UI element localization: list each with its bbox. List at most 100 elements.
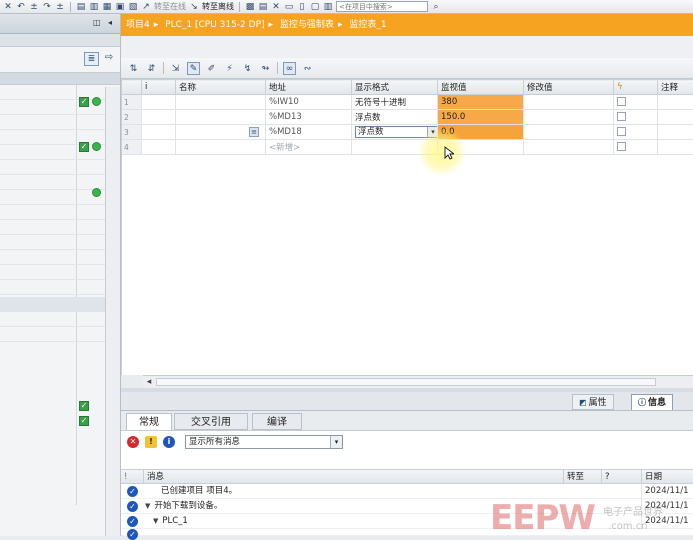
tree-row[interactable] xyxy=(0,205,105,220)
comment-cell[interactable] xyxy=(658,125,693,140)
tag-edit-icon[interactable]: ≡ xyxy=(249,127,259,137)
enable-peripheral-icon[interactable]: ↬ xyxy=(259,62,272,75)
column-header-help[interactable]: ? xyxy=(601,470,641,484)
tree-row[interactable] xyxy=(0,175,105,190)
table-horizontal-scrollbar[interactable]: ◂ xyxy=(143,375,693,388)
tab-cross-reference[interactable]: 交叉引用 xyxy=(174,413,248,430)
comment-cell[interactable] xyxy=(658,95,693,110)
modify-flag-cell[interactable] xyxy=(614,95,658,110)
name-cell[interactable]: ≡ xyxy=(176,125,266,140)
modify-value-cell[interactable] xyxy=(524,95,614,110)
tree-row[interactable] xyxy=(0,190,105,205)
modify-checkbox[interactable] xyxy=(617,127,626,136)
tree-row[interactable] xyxy=(0,100,105,115)
add-row-icon[interactable]: ⇵ xyxy=(145,62,158,75)
tree-row[interactable] xyxy=(0,265,105,280)
pane-restore-icon[interactable]: ◫ xyxy=(93,18,101,27)
modify-checkbox[interactable] xyxy=(617,142,626,151)
column-header-monitor-value[interactable]: 监视值 xyxy=(438,80,524,95)
modify-trigger-icon[interactable]: ↯ xyxy=(241,62,254,75)
address-cell[interactable]: %IW10 xyxy=(266,95,352,110)
tab-compile[interactable]: 编译 xyxy=(252,413,302,430)
simulation-icon[interactable]: ▣ xyxy=(115,2,125,12)
chevron-down-icon[interactable]: ▾ xyxy=(330,436,342,448)
tree-row[interactable] xyxy=(0,235,105,250)
modify-value-cell[interactable] xyxy=(524,125,614,140)
message-filter-dropdown[interactable]: 显示所有消息▾ xyxy=(185,435,343,449)
insert-row-icon[interactable]: ⇅ xyxy=(127,62,140,75)
comment-cell[interactable] xyxy=(658,110,693,125)
modify-icon[interactable]: ✐ xyxy=(205,62,218,75)
monitor-once-icon[interactable]: ✎ xyxy=(187,62,200,75)
project-search-input[interactable] xyxy=(336,1,428,12)
sync-arrow-icon[interactable]: ⇨ xyxy=(102,52,116,66)
column-header-goto[interactable]: 转至 xyxy=(563,470,601,484)
address-cell[interactable]: %MD18 xyxy=(266,125,352,140)
modify-now-icon[interactable]: ⚡ xyxy=(223,62,236,75)
tree-row-selected[interactable] xyxy=(0,297,105,312)
cross-reference-icon[interactable]: ▤ xyxy=(258,2,268,12)
tab-properties[interactable]: ◩属性 xyxy=(572,394,614,410)
name-cell[interactable] xyxy=(176,95,266,110)
undo-dropdown-icon[interactable]: ± xyxy=(29,2,39,12)
column-header-modify-value[interactable]: 修改值 xyxy=(524,80,614,95)
error-filter-icon[interactable]: ✕ xyxy=(127,436,139,448)
name-cell[interactable] xyxy=(176,140,266,155)
split-horizontal-icon[interactable]: ▭ xyxy=(284,2,294,12)
table-row[interactable]: 1 %IW10 无符号十进制 380 xyxy=(122,95,693,110)
download-icon[interactable]: ▥ xyxy=(89,2,99,12)
tree-row[interactable] xyxy=(0,160,105,175)
tree-row[interactable] xyxy=(0,327,105,342)
tab-info[interactable]: ⓘ信息 xyxy=(631,394,673,410)
go-offline-button[interactable]: 转至离线 xyxy=(202,1,234,12)
format-cell[interactable]: 无符号十进制 xyxy=(352,95,438,110)
search-icon[interactable]: ⌕ xyxy=(431,2,441,12)
stop-icon[interactable]: ✕ xyxy=(271,2,281,12)
go-online-button[interactable]: 转至在线 xyxy=(154,1,186,12)
tree-row[interactable] xyxy=(0,115,105,130)
monitor-now-icon[interactable]: ∾ xyxy=(301,62,314,75)
tree-row[interactable] xyxy=(0,130,105,145)
modify-value-cell[interactable] xyxy=(524,140,614,155)
go-online-icon[interactable]: ↗ xyxy=(141,2,151,12)
column-header-message[interactable]: 消息 xyxy=(143,470,563,484)
modify-flag-cell[interactable] xyxy=(614,110,658,125)
close-icon[interactable]: ✕ xyxy=(3,2,13,12)
column-header-name[interactable]: 名称 xyxy=(176,80,266,95)
tree-row[interactable] xyxy=(0,85,105,100)
breadcrumb-project[interactable]: 项目4 xyxy=(126,20,150,30)
column-header-comment[interactable]: 注释 xyxy=(658,80,693,95)
redo-dropdown-icon[interactable]: ± xyxy=(55,2,65,12)
column-header-modify-flag[interactable]: ϟ xyxy=(614,80,658,95)
expand-triangle-icon[interactable]: ▼ xyxy=(153,517,158,525)
column-header-format[interactable]: 显示格式 xyxy=(352,80,438,95)
go-offline-icon[interactable]: ↘ xyxy=(189,2,199,12)
table-row[interactable]: 2 %MD13 浮点数 150.0 xyxy=(122,110,693,125)
scroll-left-icon[interactable]: ◂ xyxy=(143,376,155,388)
tree-row[interactable] xyxy=(0,220,105,235)
list-view-icon[interactable]: ≣ xyxy=(84,52,99,66)
modify-flag-cell[interactable] xyxy=(614,125,658,140)
upload-icon[interactable]: ▦ xyxy=(102,2,112,12)
split-vertical-icon[interactable]: ▯ xyxy=(297,2,307,12)
scroll-thumb[interactable] xyxy=(156,378,656,386)
device-icon[interactable]: ▧ xyxy=(128,2,138,12)
split-icon[interactable]: ▥ xyxy=(323,2,333,12)
modify-checkbox[interactable] xyxy=(617,97,626,106)
trigger-icon[interactable]: ⇲ xyxy=(169,62,182,75)
format-cell[interactable]: 浮点数 xyxy=(352,110,438,125)
column-header-address[interactable]: 地址 xyxy=(266,80,352,95)
table-row-new[interactable]: 4 <新增> xyxy=(122,140,693,155)
comment-cell[interactable] xyxy=(658,140,693,155)
breadcrumb-watch-tables[interactable]: 监控与强制表 xyxy=(280,20,334,30)
breadcrumb-plc[interactable]: PLC_1 [CPU 315-2 DP] xyxy=(165,20,264,30)
tab-general[interactable]: 常规 xyxy=(126,413,172,430)
monitor-all-icon[interactable]: ∞ xyxy=(283,62,296,75)
expand-triangle-icon[interactable]: ▼ xyxy=(145,502,150,510)
warning-filter-icon[interactable]: ! xyxy=(145,436,157,448)
modify-checkbox[interactable] xyxy=(617,112,626,121)
compile-icon[interactable]: ▤ xyxy=(76,2,86,12)
name-cell[interactable] xyxy=(176,110,266,125)
add-new-cell[interactable]: <新增> xyxy=(266,140,352,155)
tree-row[interactable] xyxy=(0,280,105,295)
